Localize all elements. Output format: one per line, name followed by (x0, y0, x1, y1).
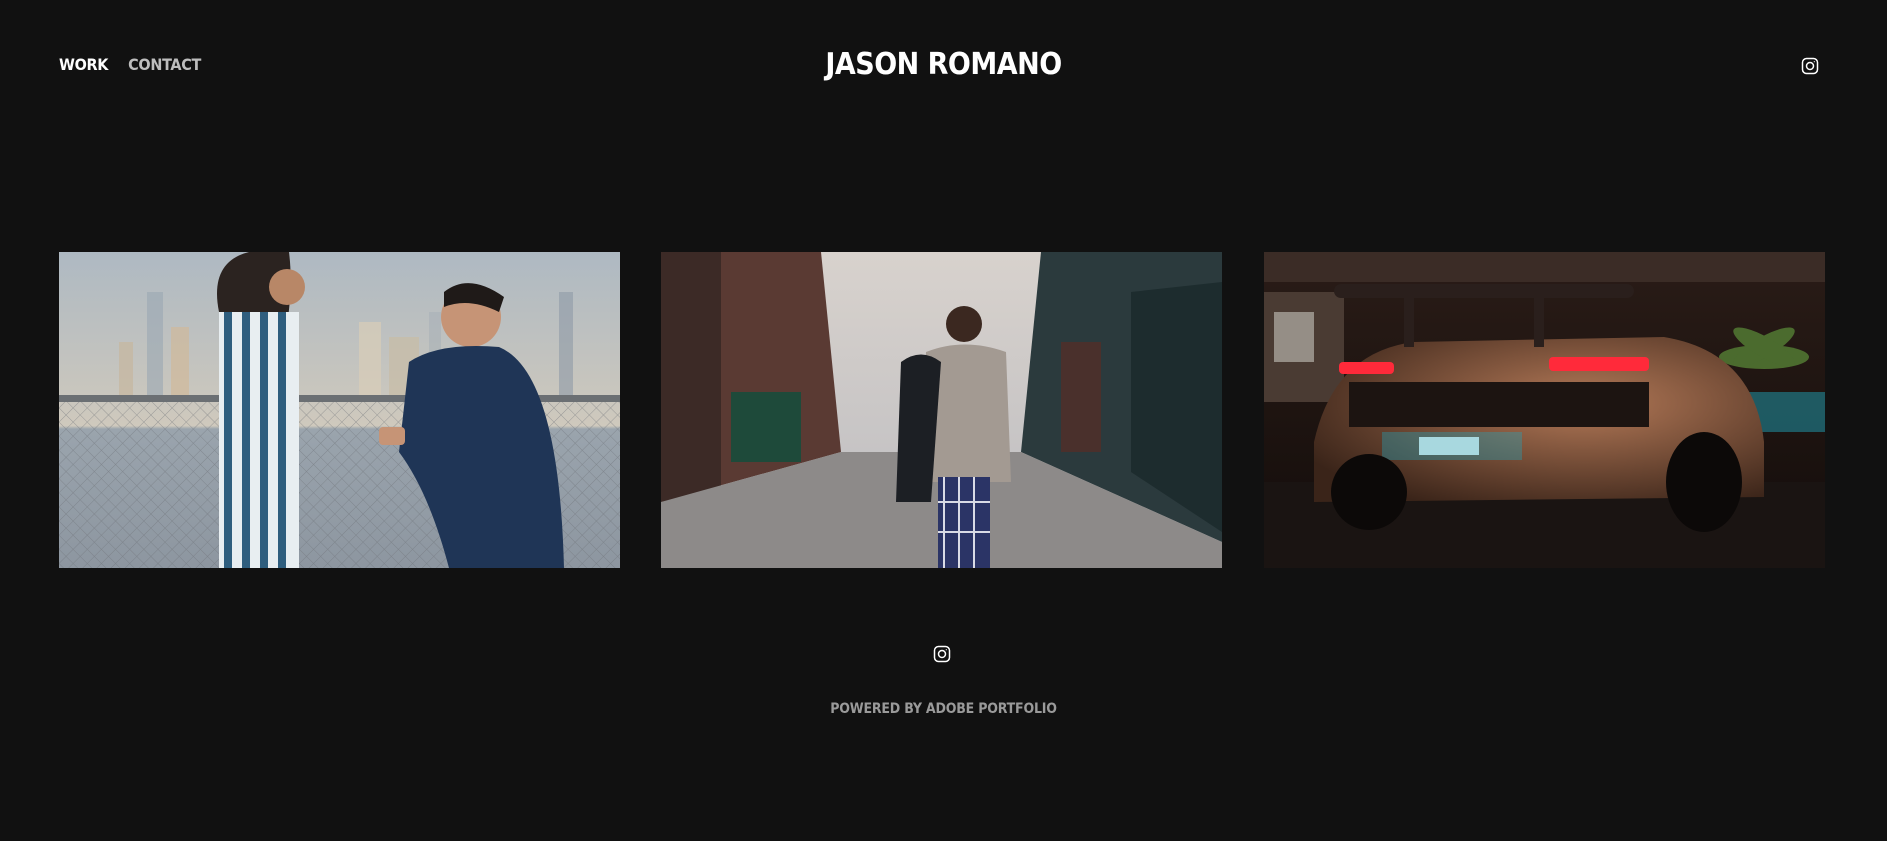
portfolio-page: WORK CONTACT JASON ROMANO POWERED BY ADO… (0, 0, 1887, 841)
street-portrait-photo (661, 252, 1222, 568)
powered-by-link[interactable]: POWERED BY ADOBE PORTFOLIO (0, 700, 1887, 718)
project-tile-street-portrait[interactable] (661, 252, 1222, 568)
instagram-icon[interactable] (1801, 57, 1819, 75)
instagram-icon[interactable] (933, 645, 951, 663)
project-tile-proposal[interactable] (59, 252, 620, 568)
proposal-photo (59, 252, 620, 568)
project-tile-sports-car[interactable] (1264, 252, 1825, 568)
site-title[interactable]: JASON ROMANO (0, 46, 1887, 84)
sports-car-photo (1264, 252, 1825, 568)
